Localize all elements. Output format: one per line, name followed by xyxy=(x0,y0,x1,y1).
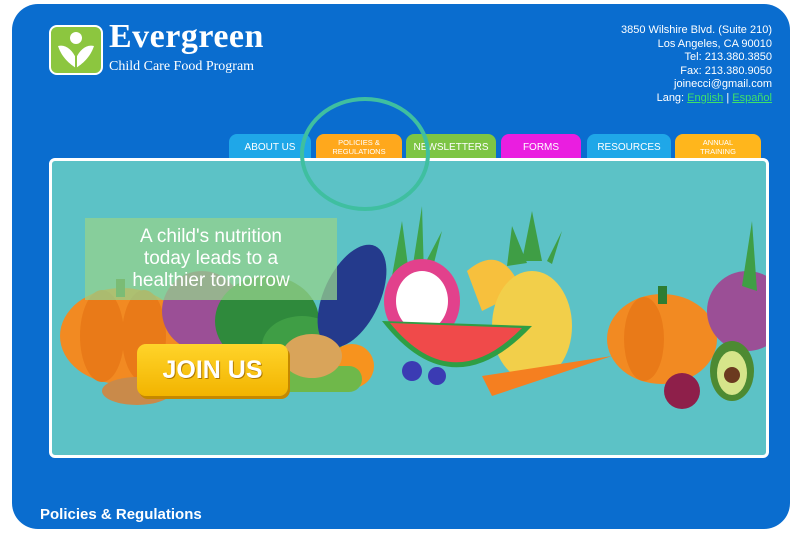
tab-label: FORMS xyxy=(522,141,560,153)
address-line-2: Los Angeles, CA 90010 xyxy=(657,37,772,50)
fruits-vegetables-illustration xyxy=(60,206,766,409)
tab-label: ABOUT US xyxy=(244,141,296,153)
evergreen-logo-icon[interactable] xyxy=(48,24,104,76)
tab-forms[interactable]: FORMS xyxy=(501,134,581,160)
highlight-circle xyxy=(300,97,430,211)
lang-label: Lang: xyxy=(656,91,685,104)
lang-separator: | xyxy=(726,91,730,104)
lang-english-link[interactable]: English xyxy=(687,92,723,104)
tab-annual-training[interactable]: ANNUAL TRAINING xyxy=(675,134,761,160)
tab-resources[interactable]: RESOURCES xyxy=(587,134,671,160)
phone: Tel: 213.380.3850 xyxy=(684,51,772,63)
tab-label-line1: ANNUAL xyxy=(702,138,734,147)
tab-label-line2: TRAINING xyxy=(700,147,736,156)
tagline-line-2: today leads to a xyxy=(143,248,279,269)
tagline-panel: A child's nutrition today leads to a hea… xyxy=(85,218,337,300)
brand-subtitle: Child Care Food Program xyxy=(109,59,255,74)
tab-about-us[interactable]: ABOUT US xyxy=(229,134,311,160)
brand-title[interactable]: Evergreen xyxy=(109,18,264,56)
hero-tagline: A child's nutrition today leads to a hea… xyxy=(85,226,337,292)
tagline-line-3: healthier tomorrow xyxy=(132,270,290,291)
page-title: Policies & Regulations xyxy=(40,506,202,523)
address-line-1: 3850 Wilshire Blvd. (Suite 210) xyxy=(620,24,772,36)
join-us-button[interactable]: JOIN US xyxy=(137,344,288,396)
fax: Fax: 213.380.9050 xyxy=(680,64,772,77)
lang-spanish-link[interactable]: Español xyxy=(732,92,772,104)
tagline-line-1: A child's nutrition xyxy=(140,226,282,247)
email[interactable]: joinecci@gmail.com xyxy=(621,78,772,92)
hero-banner: A child's nutrition today leads to a hea… xyxy=(49,158,769,458)
tab-label: RESOURCES xyxy=(597,141,661,153)
language-switcher: Lang: English | Español xyxy=(621,92,772,106)
contact-info: 3850 Wilshire Blvd. (Suite 210) Los Ange… xyxy=(621,24,772,105)
page-frame: Evergreen Child Care Food Program 3850 W… xyxy=(12,4,790,529)
